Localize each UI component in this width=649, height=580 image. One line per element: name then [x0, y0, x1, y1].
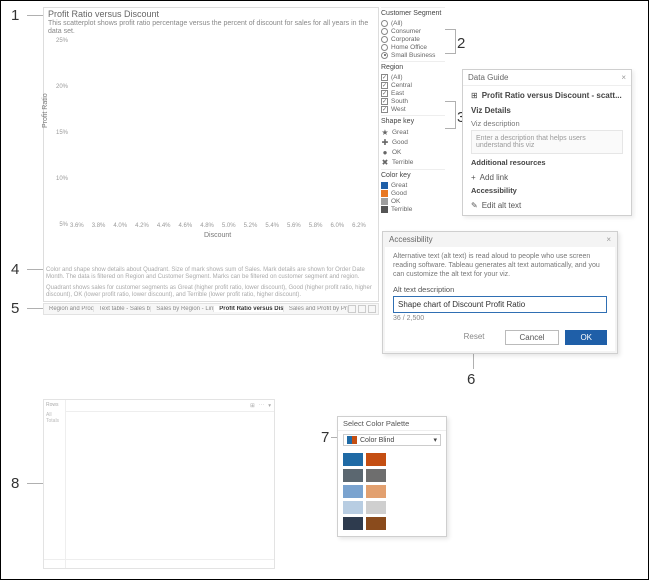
- y-ticks: 25%20%15%10%5%: [52, 38, 68, 228]
- table-sidebar: Rows All Totals: [44, 400, 66, 568]
- palette-swatch[interactable]: [366, 453, 386, 466]
- alt-text-label: Alt text description: [393, 285, 607, 294]
- edit-alt-text-button[interactable]: ✎Edit alt text: [471, 201, 623, 210]
- pencil-icon: ✎: [471, 201, 478, 210]
- palette-swatch[interactable]: [366, 485, 386, 498]
- legends-panel: Customer Segment (All)ConsumerCorporateH…: [381, 7, 445, 215]
- sheet-tab[interactable]: Profit Ratio versus Discount - s...: [214, 306, 284, 312]
- reset-button[interactable]: Reset: [464, 330, 499, 345]
- shape-key-title: Shape key: [381, 118, 445, 125]
- alt-text-input[interactable]: Shape chart of Discount Profit Ratio: [393, 296, 607, 313]
- y-axis-label: Profit Ratio: [42, 93, 49, 128]
- tab-icon[interactable]: [368, 305, 376, 313]
- callout-7: 7: [321, 429, 329, 446]
- region-option[interactable]: West: [381, 105, 445, 113]
- additional-resources-heading: Additional resources: [471, 158, 623, 167]
- segment-option[interactable]: Small Business: [381, 51, 445, 59]
- shape-key-item: ✚Good: [381, 137, 445, 147]
- sheet-tab[interactable]: Region and Product c...: [44, 306, 94, 312]
- shape-key-item: ●OK: [381, 147, 445, 157]
- sheet-tab[interactable]: Sales by Region - Line chart f...: [151, 306, 214, 312]
- char-counter: 36 / 2,500: [393, 315, 607, 322]
- segment-option[interactable]: Home Office: [381, 43, 445, 51]
- accessibility-info-text: Alternative text (alt text) is read alou…: [393, 253, 607, 279]
- callout-4: 4: [11, 261, 19, 278]
- color-key-item: OK: [381, 197, 445, 205]
- region-option[interactable]: (All): [381, 73, 445, 81]
- color-key-item: Good: [381, 189, 445, 197]
- callout-8: 8: [11, 475, 19, 492]
- segment-option[interactable]: Consumer: [381, 27, 445, 35]
- action-icon[interactable]: ⋯: [259, 403, 265, 409]
- segment-filter-title: Customer Segment: [381, 10, 445, 17]
- viz-caption: Color and shape show details about Quadr…: [46, 267, 376, 299]
- chevron-down-icon: ▾: [433, 436, 437, 444]
- table-footer[interactable]: [44, 559, 274, 568]
- segment-option[interactable]: Corporate: [381, 35, 445, 43]
- callout-6: 6: [467, 371, 475, 388]
- plot-area[interactable]: [70, 38, 366, 228]
- region-filter-title: Region: [381, 64, 445, 71]
- action-icon[interactable]: ⊞: [250, 403, 255, 409]
- color-key-item: Terrible: [381, 205, 445, 213]
- viz-description-input[interactable]: Enter a description that helps users und…: [471, 130, 623, 154]
- cancel-button[interactable]: Cancel: [505, 330, 560, 345]
- table-toolbar: ⊞ ⋯ ▾: [66, 400, 274, 412]
- viz-subtitle: This scatterplot shows profit ratio perc…: [44, 20, 378, 37]
- palette-swatch[interactable]: [366, 501, 386, 514]
- guide-breadcrumb: Profit Ratio versus Discount - scatt...: [482, 91, 622, 100]
- palette-swatch[interactable]: [343, 517, 363, 530]
- viz-icon: ⊞: [471, 91, 478, 100]
- palette-swatch[interactable]: [366, 469, 386, 482]
- shape-key-item: ★Great: [381, 127, 445, 137]
- region-option[interactable]: East: [381, 89, 445, 97]
- x-axis-label: Discount: [204, 232, 231, 239]
- palette-select[interactable]: Color Blind ▾: [343, 434, 441, 446]
- data-guide-title: Data Guide: [468, 73, 508, 82]
- callout-2: 2: [457, 35, 465, 52]
- viz-description-label: Viz description: [471, 119, 623, 128]
- sheet-tab[interactable]: Sales and Profit by Product su...: [284, 306, 348, 312]
- tab-icon[interactable]: [348, 305, 356, 313]
- ok-button[interactable]: OK: [565, 330, 607, 345]
- palette-swatch[interactable]: [343, 485, 363, 498]
- scatterplot-viz: Profit Ratio versus Discount This scatte…: [43, 7, 379, 302]
- close-icon[interactable]: ×: [621, 73, 626, 82]
- viz-details-heading: Viz Details: [471, 106, 623, 115]
- tab-icon[interactable]: [358, 305, 366, 313]
- region-option[interactable]: Central: [381, 81, 445, 89]
- shape-key-item: ✖Terrible: [381, 157, 445, 167]
- callout-5: 5: [11, 300, 19, 317]
- action-icon[interactable]: ▾: [268, 403, 271, 409]
- accessibility-dialog: Accessibility × Alternative text (alt te…: [382, 231, 618, 354]
- plus-icon: +: [471, 173, 476, 182]
- palette-swatch[interactable]: [366, 517, 386, 530]
- palette-swatch[interactable]: [343, 453, 363, 466]
- add-link-button[interactable]: +Add link: [471, 173, 623, 182]
- palette-title: Select Color Palette: [338, 417, 446, 431]
- x-ticks: 3.6%3.8%4.0%4.2%4.4%4.6%4.8%5.0%5.2%5.4%…: [70, 223, 366, 229]
- accessibility-dialog-title: Accessibility: [389, 235, 433, 244]
- palette-swatch[interactable]: [343, 469, 363, 482]
- sheet-tab[interactable]: Text table - Sales by Region: [94, 306, 151, 312]
- color-palette-dialog: Select Color Palette Color Blind ▾: [337, 416, 447, 537]
- callout-1: 1: [11, 7, 19, 24]
- accessibility-heading: Accessibility: [471, 186, 623, 195]
- close-icon[interactable]: ×: [606, 235, 611, 244]
- data-table-panel: Rows All Totals ⊞ ⋯ ▾: [43, 399, 275, 569]
- sheet-tabs: Region and Product c...Text table - Sale…: [43, 303, 379, 315]
- color-key-item: Great: [381, 181, 445, 189]
- color-key-title: Color key: [381, 172, 445, 179]
- viz-title: Profit Ratio versus Discount: [44, 8, 378, 20]
- region-option[interactable]: South: [381, 97, 445, 105]
- segment-option[interactable]: (All): [381, 19, 445, 27]
- data-guide-panel: Data Guide × ⊞ Profit Ratio versus Disco…: [462, 69, 632, 216]
- palette-swatch[interactable]: [343, 501, 363, 514]
